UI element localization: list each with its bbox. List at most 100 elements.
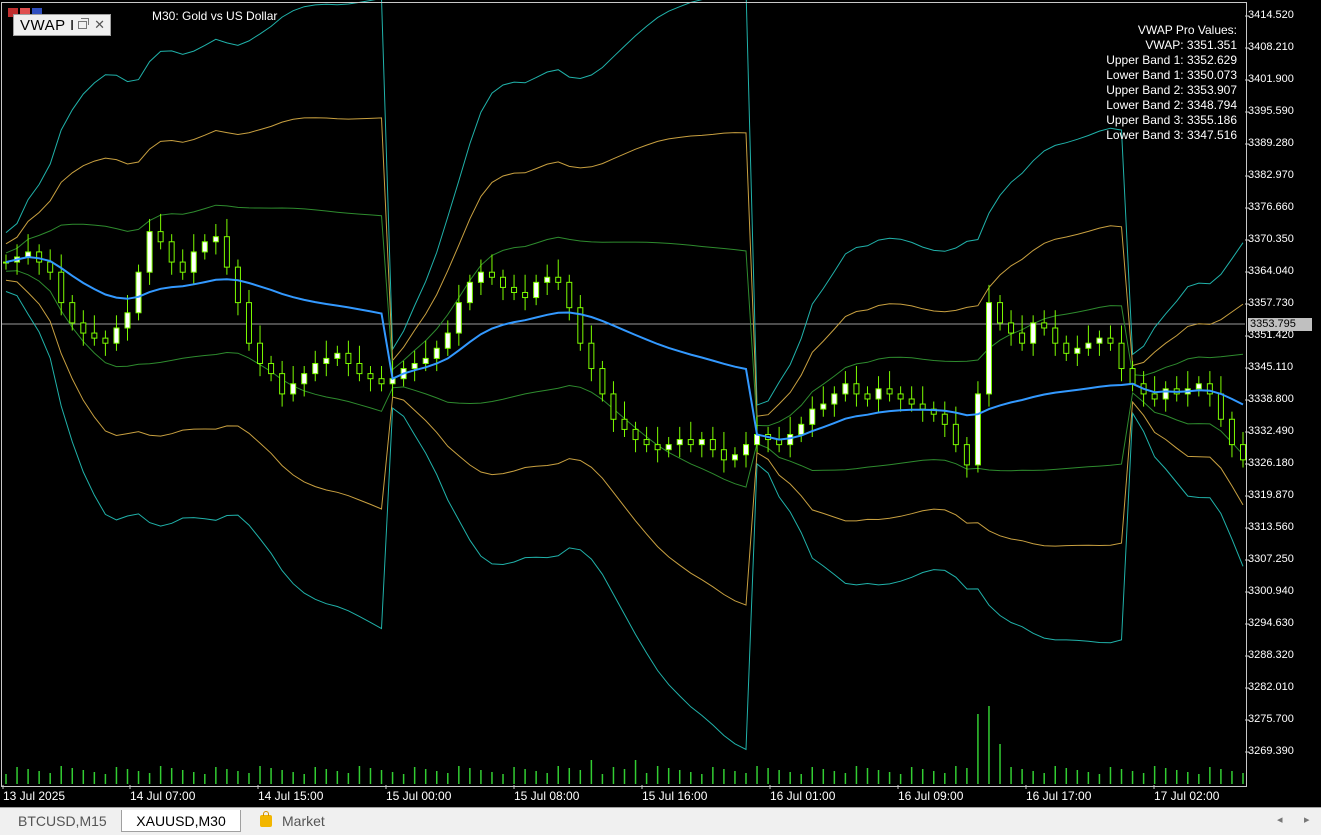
candle-body xyxy=(378,378,385,385)
candle-body xyxy=(842,383,849,395)
value-vwap: VWAP: 3351.351 xyxy=(1145,38,1237,52)
candle-body xyxy=(257,342,264,364)
price-tick-label: 3376.660 xyxy=(1248,201,1294,213)
candle-body xyxy=(58,271,65,304)
price-tick-label: 3370.350 xyxy=(1248,233,1294,245)
candle-body xyxy=(997,302,1004,324)
candle-body xyxy=(654,444,661,451)
current-price-label: 3353.795 xyxy=(1248,318,1312,331)
candle-body xyxy=(323,357,330,364)
candle-body xyxy=(488,271,495,278)
candle-body xyxy=(985,302,992,395)
value-upper-band-3: Upper Band 3: 3355.186 xyxy=(1106,113,1237,127)
scroll-left-icon[interactable]: ◂ xyxy=(1277,813,1283,826)
price-tick-label: 3357.730 xyxy=(1248,297,1294,309)
candle-body xyxy=(665,444,672,451)
candle-body xyxy=(455,302,462,334)
candle-body xyxy=(544,276,551,283)
candle-body xyxy=(1107,337,1114,344)
candle-body xyxy=(433,347,440,359)
candle-body xyxy=(290,383,297,395)
candle-body xyxy=(1217,393,1224,420)
candle-body xyxy=(146,231,153,273)
candle-body xyxy=(952,423,959,446)
candle-body xyxy=(919,403,926,410)
candle-body xyxy=(91,332,98,339)
chart-tab-bar: BTCUSD,M15 XAUUSD,M30 Market ◂ ▸ xyxy=(0,807,1321,835)
candle-body xyxy=(610,393,617,420)
candle-body xyxy=(709,439,716,451)
tab-xauusd-m30[interactable]: XAUUSD,M30 xyxy=(121,810,241,832)
candle-body xyxy=(897,393,904,400)
candle-body xyxy=(477,271,484,283)
time-tick-label: 15 Jul 16:00 xyxy=(642,789,708,803)
candle-body xyxy=(566,281,573,309)
chart-area[interactable]: M30: Gold vs US Dollar VWAP I ✕ VWAP Pro… xyxy=(0,0,1321,807)
candle-body xyxy=(36,251,43,263)
candle-body xyxy=(1019,332,1026,344)
candle-body xyxy=(268,362,275,375)
candle-body xyxy=(212,236,219,243)
price-tick-label: 3414.520 xyxy=(1248,9,1294,21)
candle-body xyxy=(157,231,164,243)
chart-title: M30: Gold vs US Dollar xyxy=(152,9,278,23)
candle-body xyxy=(245,302,252,344)
candle-body xyxy=(698,439,705,446)
value-lower-band-1: Lower Band 1: 3350.073 xyxy=(1106,68,1237,82)
time-tick-label: 16 Jul 09:00 xyxy=(898,789,964,803)
candle-body xyxy=(411,362,418,370)
price-tick-label: 3389.280 xyxy=(1248,137,1294,149)
price-tick-label: 3313.560 xyxy=(1248,521,1294,533)
candle-body xyxy=(444,332,451,349)
time-tick-label: 17 Jul 02:00 xyxy=(1154,789,1220,803)
candle-body xyxy=(1151,393,1158,400)
candle-body xyxy=(522,291,529,299)
candle-body xyxy=(831,393,838,405)
price-tick-label: 3401.900 xyxy=(1248,73,1294,85)
price-tick-label: 3288.320 xyxy=(1248,649,1294,661)
price-tick-label: 3326.180 xyxy=(1248,457,1294,469)
restore-icon[interactable] xyxy=(78,18,90,29)
candle-body xyxy=(223,236,230,268)
candle-body xyxy=(963,444,970,466)
candle-body xyxy=(69,302,76,324)
vwap-band-3-lo xyxy=(5,291,1244,751)
price-tick-label: 3282.010 xyxy=(1248,681,1294,693)
candle-body xyxy=(334,352,341,359)
candle-body xyxy=(511,286,518,293)
candle-body xyxy=(47,261,54,273)
price-tick-label: 3345.110 xyxy=(1248,361,1294,373)
candle-body xyxy=(135,271,142,314)
candle-body xyxy=(676,439,683,446)
candle-body xyxy=(886,388,893,395)
candle-body xyxy=(787,433,794,446)
candle-body xyxy=(632,428,639,441)
candle-body xyxy=(720,449,727,461)
candle-body xyxy=(367,373,374,380)
values-heading: VWAP Pro Values: xyxy=(1137,23,1237,37)
candle-body xyxy=(621,418,628,430)
candle-body xyxy=(301,373,308,385)
candle-body xyxy=(1129,368,1136,385)
candle-body xyxy=(809,408,816,425)
candle-body xyxy=(941,413,948,425)
price-tick-label: 3269.390 xyxy=(1248,745,1294,757)
tab-btcusd-m15[interactable]: BTCUSD,M15 xyxy=(10,810,115,832)
candle-body xyxy=(356,362,363,375)
tab-market[interactable]: Market xyxy=(252,810,333,832)
candle-body xyxy=(974,393,981,466)
candle-body xyxy=(1063,342,1070,354)
scroll-right-icon[interactable]: ▸ xyxy=(1304,813,1310,826)
candle-body xyxy=(422,357,429,364)
price-tick-label: 3382.970 xyxy=(1248,169,1294,181)
candle-body xyxy=(102,337,109,344)
candle-body xyxy=(599,368,606,395)
candle-body xyxy=(798,423,805,435)
candle-body xyxy=(168,241,175,263)
candle-body xyxy=(1041,322,1048,329)
close-icon[interactable]: ✕ xyxy=(94,17,105,33)
candle-body xyxy=(864,393,871,400)
indicator-window[interactable]: VWAP I ✕ xyxy=(13,14,111,36)
candle-body xyxy=(754,433,761,446)
market-bag-icon xyxy=(260,811,272,827)
